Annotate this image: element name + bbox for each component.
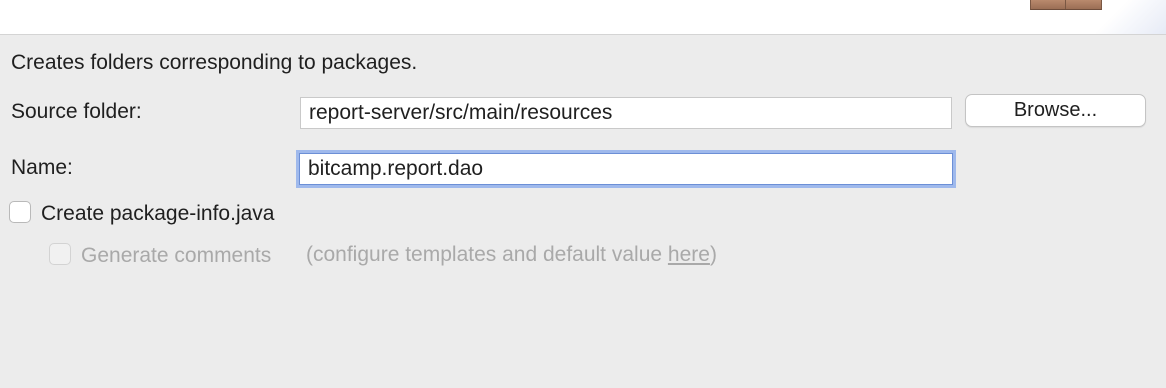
hint-prefix: (configure templates and default value [306, 243, 668, 266]
configure-templates-link[interactable]: here [668, 243, 710, 266]
hint-suffix: ) [709, 243, 717, 266]
wizard-description: Creates folders corresponding to package… [11, 51, 418, 74]
browse-button[interactable]: Browse... [965, 94, 1146, 127]
banner-gradient [1096, 0, 1166, 34]
generate-comments-checkbox[interactable] [49, 243, 71, 265]
source-folder-label: Source folder: [11, 100, 142, 123]
wizard-banner-image [1030, 0, 1102, 10]
create-package-info-checkbox[interactable] [9, 201, 31, 223]
generate-comments-label: Generate comments [81, 244, 272, 267]
name-label: Name: [11, 156, 73, 179]
configure-templates-hint: (configure templates and default value h… [306, 243, 717, 267]
source-folder-input[interactable] [300, 97, 952, 129]
create-package-info-label[interactable]: Create package-info.java [41, 202, 274, 226]
package-name-input[interactable] [299, 153, 953, 185]
wizard-header-banner [0, 0, 1166, 35]
